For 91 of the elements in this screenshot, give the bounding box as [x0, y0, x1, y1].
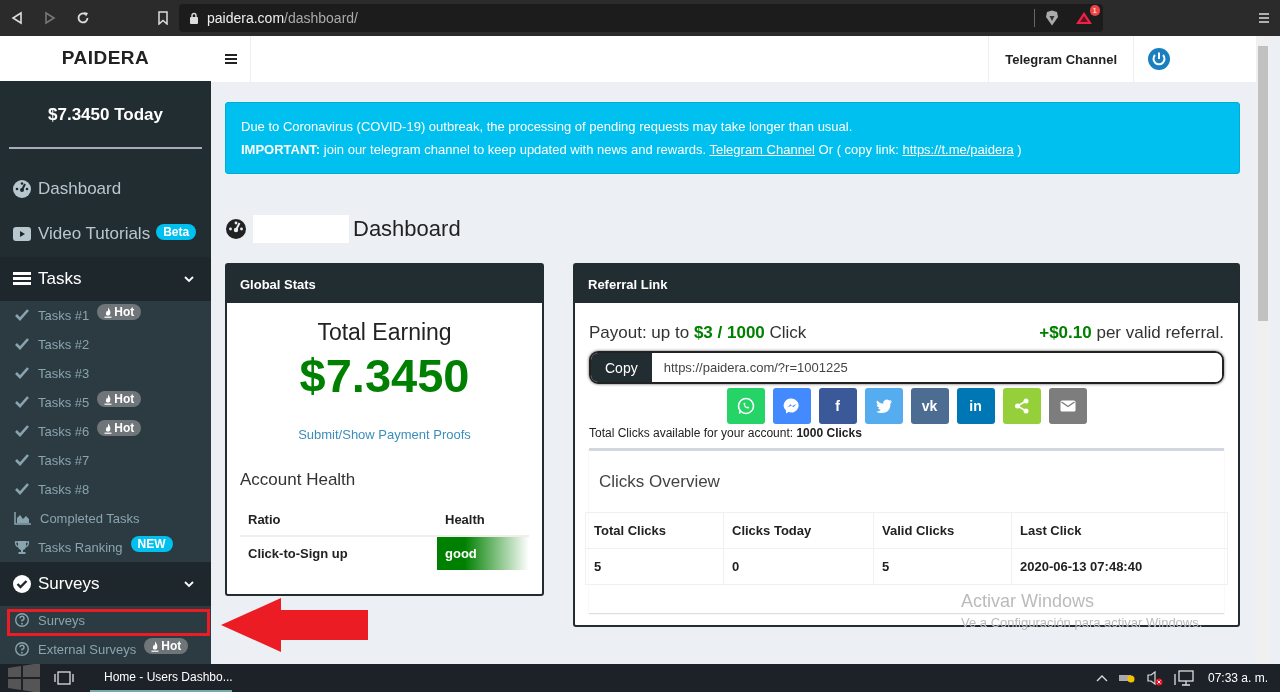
table-cell: 0 [723, 548, 874, 585]
table-cell: 5 [873, 548, 1012, 585]
proofs-link[interactable]: Submit/Show Payment Proofs [240, 427, 529, 442]
flame-icon [104, 306, 113, 318]
question-icon [14, 641, 30, 658]
lock-icon [189, 12, 199, 24]
gauge-icon [12, 179, 32, 200]
forward-icon[interactable] [43, 11, 57, 25]
activation-title: Activar Windows [961, 591, 1096, 612]
nav-item[interactable]: Tasks Ranking NEW [0, 532, 211, 562]
power-icon [1147, 47, 1171, 71]
share-icon [1012, 397, 1031, 415]
speaker-muted-icon[interactable] [1145, 670, 1164, 686]
clicks-note: Total Clicks available for your account: 1000 Clicks [589, 426, 863, 440]
network-icon[interactable] [1173, 670, 1194, 686]
telegram-link[interactable]: Telegram Channel [988, 36, 1134, 82]
taskbar-window-button[interactable]: Home - Users Dashbo... [90, 664, 232, 692]
share-button[interactable] [1048, 388, 1087, 424]
alert-message: IMPORTANT: join our telegram channel to keep updated with news and rewards. Telegram Channel Or ( copy link: https://t.me/paidera ) [241, 141, 1023, 159]
payout-text: Payout: up to $3 / 1000 Click [589, 323, 807, 343]
nav-item[interactable]: Tasks #3 [0, 358, 211, 388]
nav-item[interactable]: Tasks #6 Hot [0, 416, 211, 446]
scrollbar[interactable] [1256, 36, 1270, 664]
page-title: Dashboard [353, 216, 461, 242]
column-header: Last Click [1011, 512, 1228, 549]
triangle-icon[interactable] [1075, 11, 1093, 25]
badge: Hot [144, 638, 189, 655]
table-cell: 2020-06-13 07:48:40 [1011, 548, 1228, 585]
nav-item[interactable]: Tasks #5 Hot [0, 387, 211, 417]
chat-bubble-icon [782, 397, 801, 415]
share-button[interactable]: in [956, 388, 995, 424]
table-cell: Click-to-Sign up [240, 536, 437, 570]
stat-label: Total Earning [316, 319, 453, 346]
area-chart-icon [14, 510, 32, 527]
referral-link-field[interactable]: Copy https://paidera.com/?r=1001225 [589, 351, 1224, 384]
trophy-icon [14, 539, 30, 556]
badge: Hot [97, 304, 142, 321]
nav-item[interactable]: Tasks #2 [0, 329, 211, 359]
nav-item[interactable]: Tasks #7 [0, 445, 211, 475]
share-button[interactable]: vk [910, 388, 949, 424]
flame-icon [151, 641, 160, 652]
badge: Hot [97, 420, 142, 437]
section-title: Clicks Overview [598, 471, 721, 493]
section-title: Account Health [240, 470, 357, 490]
nav-section[interactable]: Surveys [0, 561, 211, 606]
nav-item[interactable]: Surveys [0, 606, 211, 635]
copy-button[interactable]: Copy [591, 353, 652, 382]
badge: Beta [156, 224, 197, 241]
badge: Hot [97, 391, 142, 408]
reload-icon[interactable] [76, 11, 90, 25]
address-field[interactable]: paidera.com/dashboard/ 1 [179, 4, 1103, 32]
stat-value: $7.3450 [298, 348, 471, 403]
column-header: Ratio [240, 504, 437, 536]
nav-item[interactable]: Completed Tasks [0, 503, 211, 533]
flame-icon [104, 393, 113, 405]
scrollbar-thumb[interactable] [1258, 46, 1268, 321]
clock[interactable]: 07:33 a. m. [1207, 671, 1268, 685]
card-header: Global Stats [227, 265, 542, 303]
nav-item[interactable]: Tasks #8 [0, 474, 211, 504]
share-button[interactable] [772, 388, 811, 424]
check-circle-icon [12, 573, 32, 594]
phone-bubble-icon [736, 397, 755, 415]
bird-icon [874, 397, 893, 415]
nav-item[interactable]: Dashboard [0, 167, 211, 212]
caret-up-icon[interactable] [1095, 674, 1108, 682]
alert-message: Due to Coronavirus (COVID-19) outbreak, the processing of pending requests may take longer than usual. [241, 118, 854, 136]
notification-badge: 1 [1089, 5, 1100, 16]
column-header: Valid Clicks [873, 512, 1012, 549]
back-icon[interactable] [10, 11, 24, 25]
bonus-text: +$0.10 per valid referral. [1039, 323, 1224, 343]
balance-text: $7.3450 Today [9, 81, 202, 149]
share-button[interactable]: f [818, 388, 857, 424]
bookmark-icon[interactable] [157, 11, 169, 25]
table-cell: 5 [585, 548, 724, 585]
task-view-icon[interactable] [54, 670, 74, 686]
gauge-icon [225, 218, 247, 240]
menu-icon[interactable] [1258, 12, 1270, 24]
health-cell: good [437, 536, 529, 570]
nav-item[interactable]: Video Tutorials Beta [0, 211, 211, 257]
question-icon [14, 612, 30, 629]
nav-item[interactable]: External Surveys Hot [0, 635, 211, 664]
badge: NEW [130, 536, 173, 553]
card-header: Referral Link [575, 265, 1238, 303]
nav-section[interactable]: Tasks [0, 256, 211, 301]
battery-icon[interactable] [1117, 672, 1136, 684]
logo[interactable]: PAIDERA [0, 36, 211, 81]
column-header: Total Clicks [585, 512, 724, 549]
menu-icon [224, 54, 237, 64]
nav-item[interactable]: Tasks #1 Hot [0, 300, 211, 330]
flame-icon [104, 422, 113, 434]
column-header: Clicks Today [723, 512, 874, 549]
